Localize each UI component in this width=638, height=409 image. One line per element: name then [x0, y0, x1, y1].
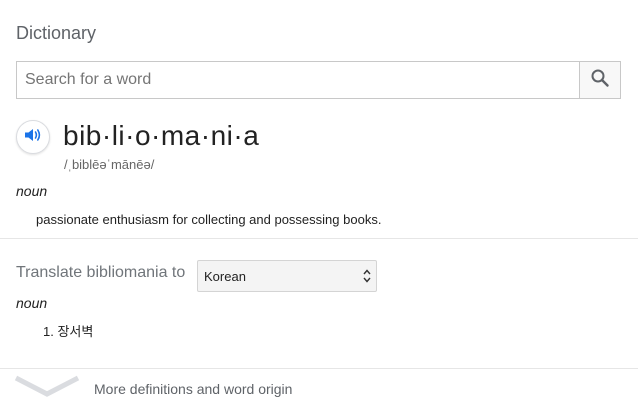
- select-arrows-icon: [363, 268, 371, 284]
- more-definitions-link[interactable]: More definitions and word origin: [0, 369, 638, 409]
- card-title: Dictionary: [16, 23, 97, 43]
- magnifier-icon: [590, 68, 610, 93]
- speaker-icon: [24, 127, 42, 148]
- search-button[interactable]: [579, 62, 620, 98]
- part-of-speech: noun: [16, 183, 48, 199]
- definition-text: passionate enthusiasm for collecting and…: [36, 212, 382, 227]
- translation-text: 장서벽: [57, 324, 94, 339]
- translate-label: Translate bibliomania to: [16, 264, 186, 281]
- phonetic-spelling: /ˌbiblēəˈmānēə/: [64, 157, 155, 172]
- chevron-down-icon: [14, 375, 80, 404]
- translation-item: 1. 장서벽: [43, 321, 93, 340]
- more-definitions-label: More definitions and word origin: [94, 381, 293, 397]
- headword: bib·li·o·ma·ni·a: [63, 120, 260, 151]
- search-input[interactable]: [17, 62, 581, 98]
- section-divider: [0, 238, 638, 239]
- translation-part-of-speech: noun: [16, 295, 48, 311]
- dictionary-card: Dictionary bib·li·o·ma·ni·a /ˌbiblēəˈmān…: [0, 0, 638, 409]
- pronunciation-audio-button[interactable]: [16, 120, 50, 154]
- search-box: [16, 61, 621, 99]
- language-select[interactable]: Korean: [197, 260, 377, 292]
- translation-number: 1.: [43, 324, 54, 339]
- selected-language: Korean: [204, 269, 246, 284]
